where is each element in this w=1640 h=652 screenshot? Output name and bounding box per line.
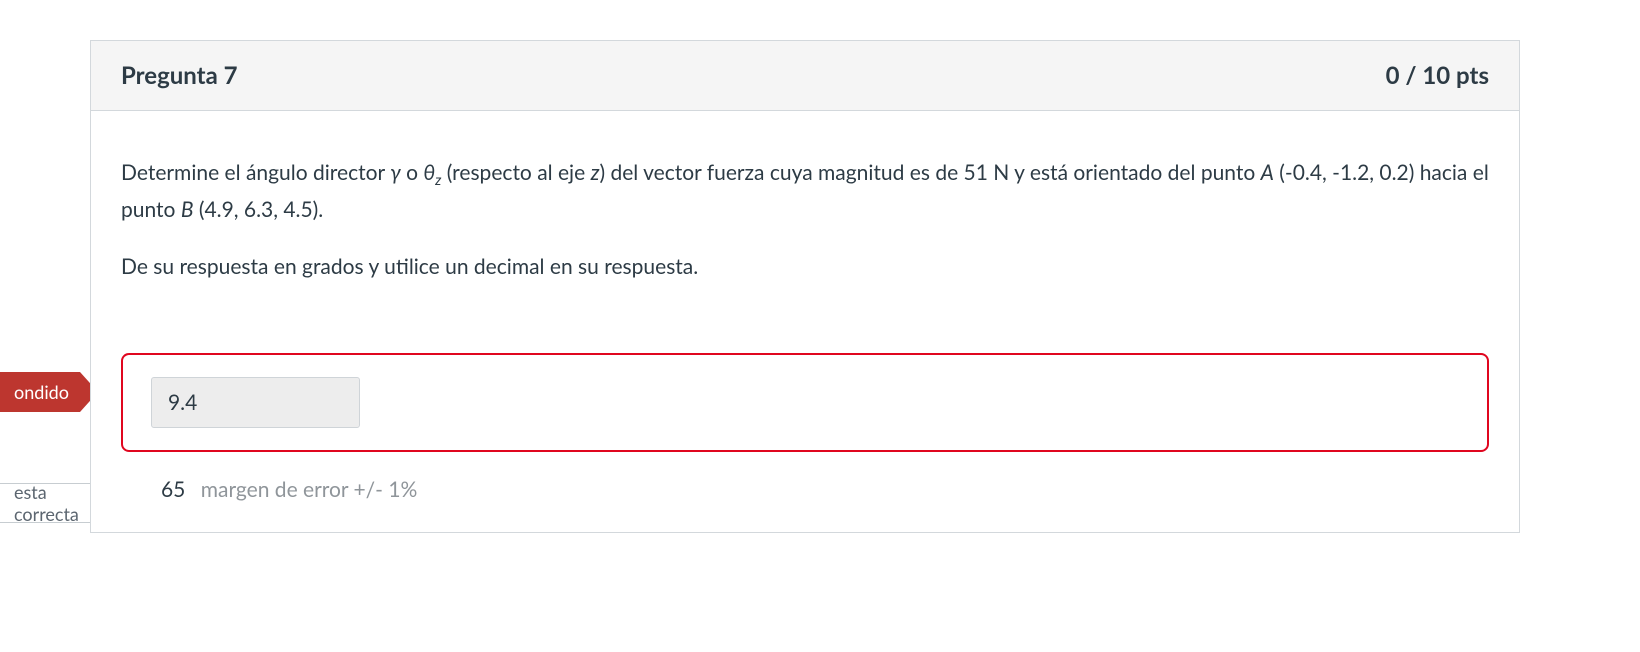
point-b-coords: (4.9, 6.3, 4.5). — [193, 197, 323, 222]
margin-of-error-label: margen de error +/- 1% — [201, 477, 418, 502]
question-body: Determine el ángulo director γ o θz (res… — [91, 111, 1519, 343]
symbol-theta: θ — [423, 160, 435, 185]
point-a-label: A — [1261, 160, 1274, 185]
prompt-text: (respecto al eje — [441, 160, 590, 185]
tag-responded-label: ondido — [14, 381, 69, 403]
question-card: Pregunta 7 0 / 10 pts Determine el ángul… — [90, 40, 1520, 533]
question-header: Pregunta 7 0 / 10 pts — [91, 41, 1519, 111]
prompt-text: ) del vector fuerza cuya magnitud es de … — [599, 160, 1260, 185]
prompt-line-1: Determine el ángulo director γ o θz (res… — [121, 156, 1489, 226]
point-b-label: B — [181, 197, 194, 222]
quiz-question-page: ondido esta correcta Pregunta 7 0 / 10 p… — [0, 0, 1640, 652]
correct-answer-value: 65 — [161, 477, 185, 502]
prompt-text: Determine el ángulo director — [121, 160, 390, 185]
tag-responded: ondido — [0, 372, 80, 412]
question-title: Pregunta 7 — [121, 61, 238, 90]
user-answer-frame: 9.4 — [121, 353, 1489, 452]
user-answer-value: 9.4 — [151, 377, 360, 428]
correct-answer-row: 65 margen de error +/- 1% — [91, 477, 1519, 532]
prompt-text: o — [401, 160, 424, 185]
symbol-gamma: γ — [390, 160, 401, 185]
prompt-line-2: De su respuesta en grados y utilice un d… — [121, 250, 1489, 284]
question-points: 0 / 10 pts — [1386, 61, 1489, 90]
